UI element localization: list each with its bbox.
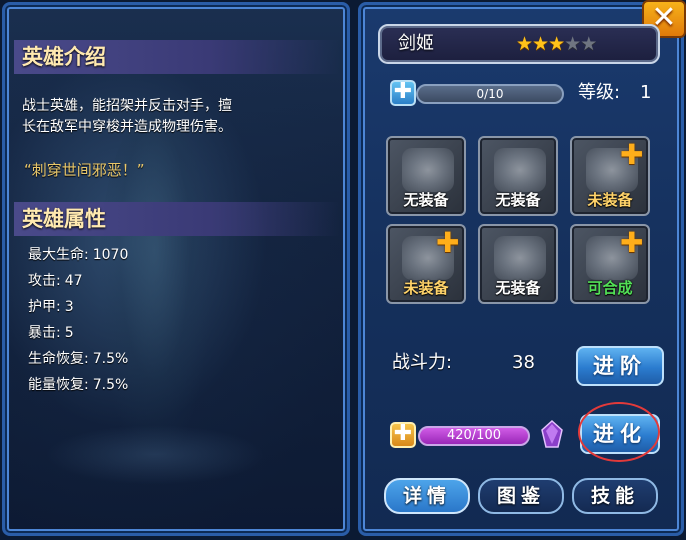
tab-skills[interactable]: 技能 [572, 478, 658, 514]
attr-label: 最大生命: [28, 247, 89, 263]
slot-label: 无装备 [403, 191, 449, 209]
equipment-slot-6[interactable]: ✚ 可合成 [570, 224, 650, 304]
plus-icon: ✚ [436, 226, 460, 259]
attr-hp-regen: 生命恢复: 7.5% [28, 346, 128, 372]
exp-progress-text: 0/10 [476, 87, 504, 101]
slot-label: 无装备 [495, 191, 541, 209]
attr-value: 5 [64, 325, 74, 341]
add-soulstone-button[interactable]: ✚ [390, 422, 416, 448]
star-filled-icon: ★ [532, 33, 549, 55]
equipment-slot-5[interactable]: 无装备 [478, 224, 558, 304]
slot-label: 未装备 [587, 191, 633, 209]
scroll-icon [402, 148, 454, 192]
attr-max-hp: 最大生命: 1070 [28, 242, 128, 268]
slot-label: 无装备 [495, 279, 541, 297]
evolve-highlight-circle [578, 402, 660, 462]
attr-label: 暴击: [28, 325, 61, 341]
slot-label: 未装备 [403, 279, 449, 297]
blade-icon [494, 148, 546, 192]
attributes-header: 英雄属性 [14, 202, 340, 236]
attr-value: 7.5% [92, 377, 129, 393]
intro-description-line2: 长在敌军中穿梭并造成物理伤害。 [22, 119, 232, 135]
combat-power-value: 38 [512, 352, 535, 373]
plus-icon: ✚ [393, 421, 413, 446]
hero-quote: “刺穿世间邪恶！” [24, 161, 145, 179]
attr-label: 攻击: [28, 273, 61, 289]
slot-label: 可合成 [587, 279, 633, 297]
plus-icon: ✚ [620, 138, 644, 171]
combat-power-label: 战斗力: [392, 352, 453, 373]
star-filled-icon: ★ [516, 33, 533, 55]
attr-label: 护甲: [28, 299, 61, 315]
level-value: 1 [640, 82, 652, 103]
equipment-slot-3[interactable]: ✚ 未装备 [570, 136, 650, 216]
attr-value: 47 [64, 273, 83, 289]
advance-button[interactable]: 进阶 [576, 346, 664, 386]
star-empty-icon: ★ [580, 33, 597, 55]
attr-value: 1070 [92, 247, 129, 263]
star-filled-icon: ★ [548, 33, 565, 55]
equipment-slot-4[interactable]: ✚ 未装备 [386, 224, 466, 304]
equipment-slot-1[interactable]: 无装备 [386, 136, 466, 216]
plus-icon: ✚ [620, 226, 644, 259]
evolve-progress-text: 420/100 [446, 428, 501, 443]
intro-description-line1: 战士英雄，能招架并反击对手，擅 [22, 98, 232, 114]
boot-icon [494, 236, 546, 280]
star-empty-icon: ★ [564, 33, 581, 55]
attr-attack: 攻击: 47 [28, 268, 128, 294]
attr-energy-regen: 能量恢复: 7.5% [28, 372, 128, 398]
attribute-list: 最大生命: 1070 攻击: 47 护甲: 3 暴击: 5 生命恢复: 7.5% 能量恢复… [28, 242, 128, 398]
star-rating: ★★★★★ [516, 33, 597, 55]
floor-glow [45, 425, 265, 485]
level-label: 等级: [578, 82, 621, 103]
hero-name: 剑姬 [398, 33, 434, 54]
intro-description: 战士英雄，能招架并反击对手，擅 长在敌军中穿梭并造成物理伤害。 [22, 96, 312, 138]
intro-header: 英雄介绍 [14, 40, 340, 74]
attr-value: 3 [64, 299, 74, 315]
attr-label: 能量恢复: [28, 377, 89, 393]
soulstone-gem-icon [541, 420, 563, 448]
add-exp-button[interactable]: ✚ [390, 80, 416, 106]
attr-value: 7.5% [92, 351, 129, 367]
attr-label: 生命恢复: [28, 351, 89, 367]
attr-armor: 护甲: 3 [28, 294, 128, 320]
attr-crit: 暴击: 5 [28, 320, 128, 346]
tab-codex[interactable]: 图鉴 [478, 478, 564, 514]
tab-details[interactable]: 详情 [384, 478, 470, 514]
equipment-slot-2[interactable]: 无装备 [478, 136, 558, 216]
plus-icon: ✚ [393, 79, 413, 104]
